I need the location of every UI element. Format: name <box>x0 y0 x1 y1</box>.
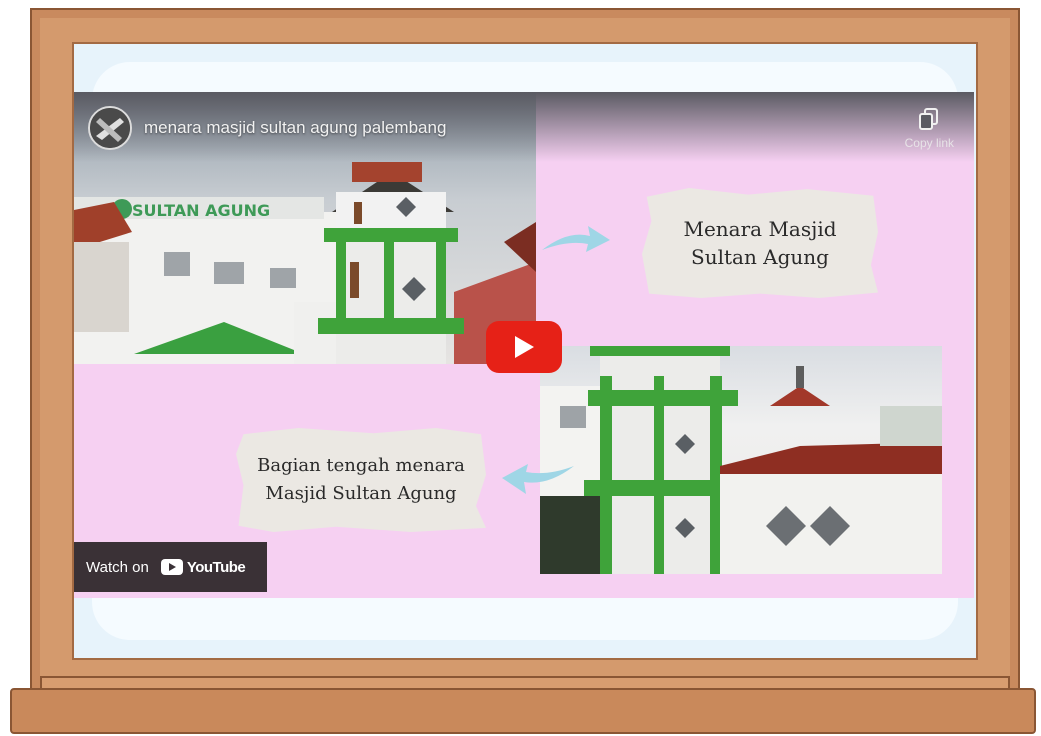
video-header: menara masjid sultan agung palembang <box>88 106 446 150</box>
copy-link-label: Copy link <box>904 136 954 150</box>
slide-card-bottom: Bagian tengah menara Masjid Sultan Agung <box>236 428 486 532</box>
watch-on-youtube-button[interactable]: Watch on YouTube <box>74 542 267 592</box>
play-button[interactable] <box>486 321 562 373</box>
tower-middle-illustration <box>540 346 942 574</box>
card-top-text: Menara Masjid Sultan Agung <box>683 217 837 269</box>
arrow-right-icon <box>542 226 610 252</box>
card-bottom-text: Bagian tengah menara Masjid Sultan Agung <box>257 455 465 504</box>
copy-icon <box>919 108 939 130</box>
youtube-logo-icon <box>160 559 183 575</box>
tower-middle-photo <box>540 346 942 574</box>
copy-link-button[interactable]: Copy link <box>905 108 954 150</box>
avatar-icon <box>90 108 130 148</box>
video-title[interactable]: menara masjid sultan agung palembang <box>144 118 446 138</box>
arrow-left-icon <box>502 464 574 494</box>
slide-card-top: Menara Masjid Sultan Agung <box>642 188 878 298</box>
shelf <box>10 688 1036 734</box>
building-sign: SULTAN AGUNG <box>132 201 270 220</box>
watch-on-label: Watch on <box>86 558 149 576</box>
youtube-embed-player[interactable]: SULTAN AGUNG Menara Masjid Sultan Agung … <box>74 92 974 598</box>
play-icon <box>515 336 534 358</box>
channel-avatar[interactable] <box>88 106 132 150</box>
youtube-brand-text: YouTube <box>186 558 246 576</box>
youtube-logo: YouTube <box>160 558 246 576</box>
